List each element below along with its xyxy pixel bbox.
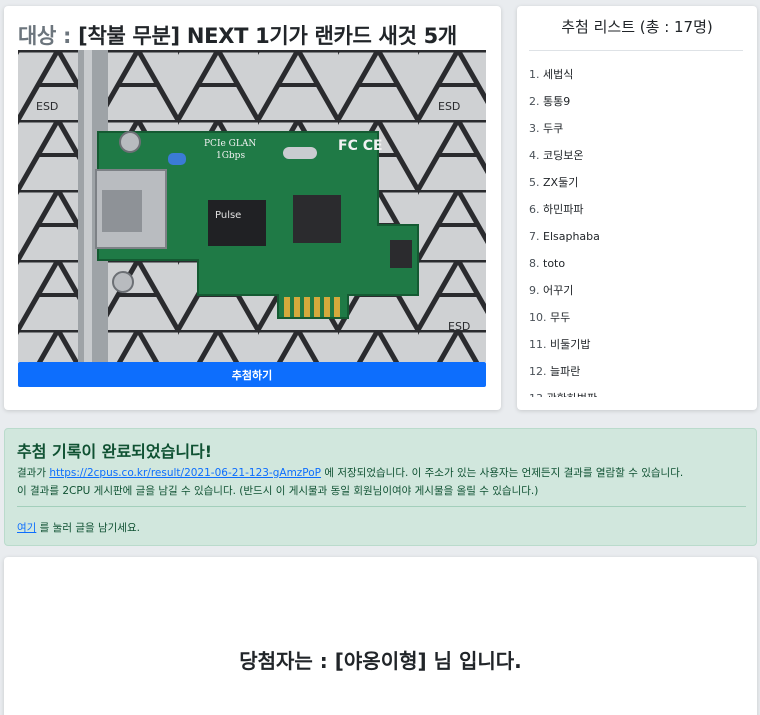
list-item: 12. 늘파란 <box>529 358 743 385</box>
list-item: 5. ZX둘기 <box>529 169 743 196</box>
chip-label: Pulse <box>215 210 241 221</box>
list-item: 11. 비둘기밥 <box>529 331 743 358</box>
alert-text: 결과가 <box>17 467 46 479</box>
here-link[interactable]: 여기 <box>17 522 36 534</box>
list-item-number: 1. <box>529 68 540 81</box>
list-item-name: ZX둘기 <box>543 176 579 189</box>
draw-button[interactable]: 추첨하기 <box>18 362 486 387</box>
winner-card: 당첨자는 : [야옹이형] 님 입니다. <box>4 557 757 715</box>
svg-text:ESD: ESD <box>448 320 470 333</box>
list-item-name: 두쿠 <box>543 122 564 135</box>
list-item-number: 3. <box>529 122 540 135</box>
list-item-number: 7. <box>529 230 540 243</box>
list-item-number: 2. <box>529 95 540 108</box>
bag-label: ESD <box>36 100 58 113</box>
list-item-name: 세법식 <box>543 68 574 81</box>
list-item-name: toto <box>543 257 566 270</box>
list-item-number: 5. <box>529 176 540 189</box>
list-item: 2. 통통9 <box>529 88 743 115</box>
list-item-number: 9. <box>529 284 540 297</box>
title-prefix: 대상 : <box>18 24 72 48</box>
list-item: 10. 무두 <box>529 304 743 331</box>
pcb-speed: 1Gbps <box>216 151 245 161</box>
list-item: 9. 어꾸기 <box>529 277 743 304</box>
product-image: Pulse PCIe GLAN 1Gbps FC CE ESD ESD ESD <box>18 50 486 362</box>
list-item-name: 광환하범판 <box>547 392 598 397</box>
winner-text: 당첨자는 : [야옹이형] 님 입니다. <box>239 649 522 673</box>
list-item-number: 13 <box>529 392 543 397</box>
list-item-number: 6. <box>529 203 540 216</box>
draw-list-title: 추첨 리스트 (총 : 17명) <box>561 18 713 36</box>
alert-text: 를 눌러 글을 남기세요. <box>39 522 140 534</box>
svg-text:FC CE: FC CE <box>338 138 383 154</box>
product-card: 대상 : [착불 무분] NEXT 1기가 랜카드 새것 5개 Pulse PC… <box>4 6 501 410</box>
list-item: 4. 코딩보온 <box>529 142 743 169</box>
list-item-number: 12. <box>529 365 547 378</box>
alert-divider <box>17 506 746 507</box>
alert-heading: 추첨 기록이 완료되었습니다! <box>17 442 213 461</box>
list-item-name: 무두 <box>550 311 571 324</box>
alert-result-line: 결과가 https://2cpus.co.kr/result/2021-06-2… <box>17 465 683 480</box>
draw-list-card: 추첨 리스트 (총 : 17명) 1. 세법식 2. 통통9 3. 두쿠 4. 코딩보… <box>517 6 757 410</box>
success-alert: 추첨 기록이 완료되었습니다! 결과가 https://2cpus.co.kr/… <box>4 428 757 546</box>
draw-list-box: 1. 세법식 2. 통통9 3. 두쿠 4. 코딩보온 5. ZX둘기 6. 하민파파 7.… <box>529 61 743 397</box>
list-item-name: 하민파파 <box>543 203 584 216</box>
alert-text: 에 저장되었습니다. 이 주소가 있는 사용자는 언제든지 결과를 열람할 수 … <box>324 467 684 479</box>
list-item-name: Elsaphaba <box>543 230 600 243</box>
alert-post-line: 여기 를 눌러 글을 남기세요. <box>17 520 140 535</box>
list-item-number: 8. <box>529 257 540 270</box>
entry-list: 1. 세법식 2. 통통9 3. 두쿠 4. 코딩보온 5. ZX둘기 6. 하민파파 7.… <box>529 61 743 397</box>
list-item: 7. Elsaphaba <box>529 223 743 250</box>
result-link[interactable]: https://2cpus.co.kr/result/2021-06-21-12… <box>49 467 321 479</box>
page-title: 대상 : [착불 무분] NEXT 1기가 랜카드 새것 5개 <box>18 20 457 50</box>
list-item-number: 4. <box>529 149 540 162</box>
list-item: 6. 하민파파 <box>529 196 743 223</box>
list-item-number: 10. <box>529 311 547 324</box>
pcb-label: PCIe GLAN <box>204 139 256 149</box>
title-main: [착불 무분] NEXT 1기가 랜카드 새것 5개 <box>78 24 457 48</box>
list-item: 8. toto <box>529 250 743 277</box>
list-item-number: 11. <box>529 338 547 351</box>
list-item: 13 광환하범판 <box>529 385 743 397</box>
list-item-name: 늘파란 <box>550 365 581 378</box>
divider <box>529 50 743 51</box>
list-item: 3. 두쿠 <box>529 115 743 142</box>
list-item-name: 코딩보온 <box>543 149 584 162</box>
list-item-name: 통통9 <box>543 95 571 108</box>
svg-text:ESD: ESD <box>438 100 460 113</box>
list-item-name: 비둘기밥 <box>550 338 591 351</box>
alert-board-line: 이 결과를 2CPU 게시판에 글을 남길 수 있습니다. (반드시 이 게시물… <box>17 485 539 497</box>
list-item: 1. 세법식 <box>529 61 743 88</box>
list-item-name: 어꾸기 <box>543 284 574 297</box>
